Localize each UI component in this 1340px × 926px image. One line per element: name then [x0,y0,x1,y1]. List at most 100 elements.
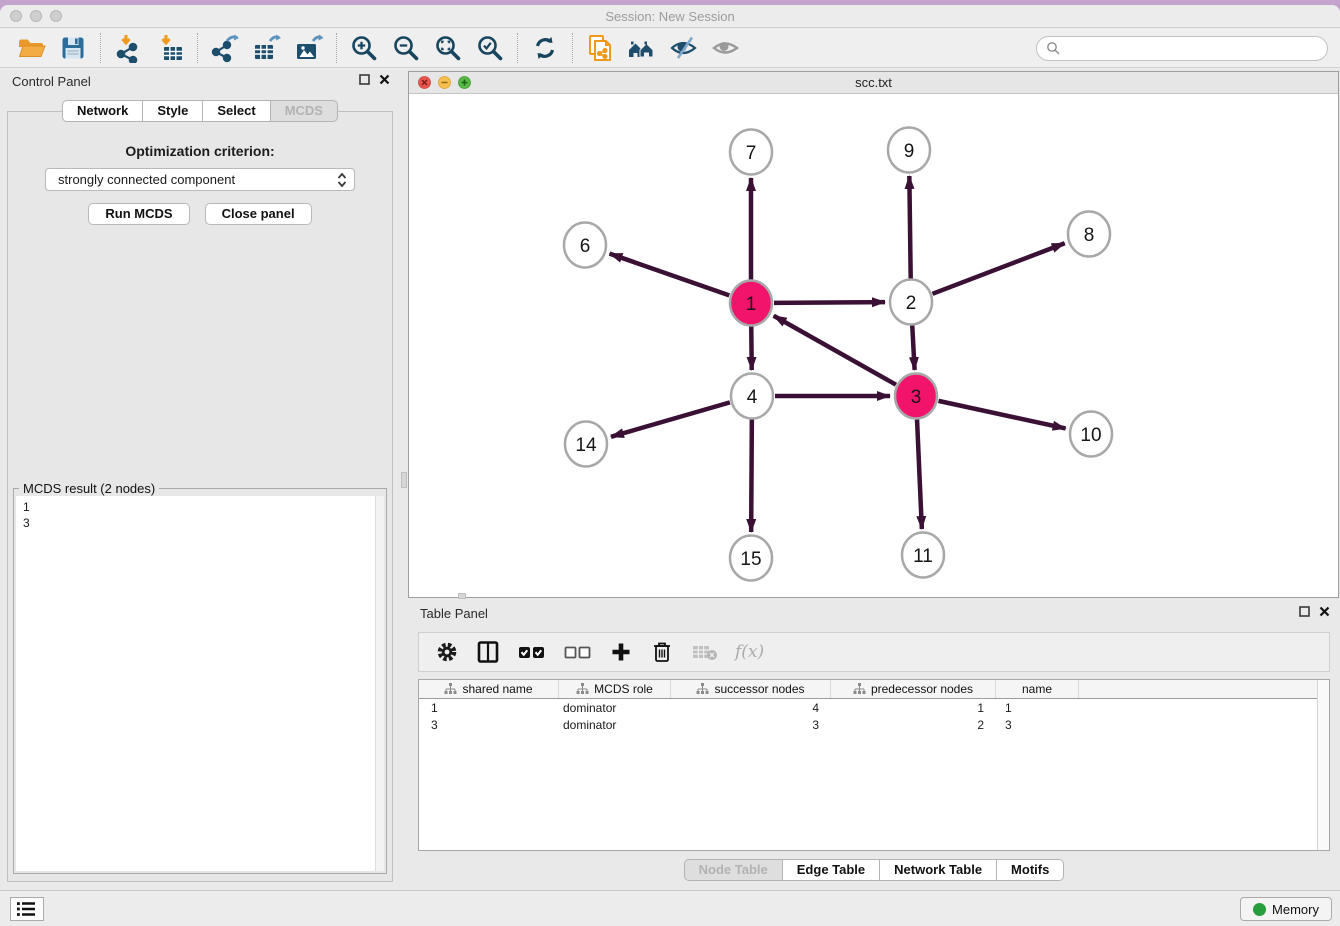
control-panel: Control Panel Network Style Select MCDS [0,69,400,890]
tab-style[interactable]: Style [143,100,203,122]
zoom-out-button[interactable] [385,32,427,64]
save-session-button[interactable] [52,32,94,64]
refresh-layout-button[interactable] [524,32,566,64]
table-header-row: shared name MCDS role [419,680,1329,699]
table-cell[interactable]: 4 [671,701,831,715]
node-table-body: 1dominator4113dominator323 [419,699,1329,733]
table-cell[interactable]: 1 [831,701,996,715]
tab-node-table[interactable]: Node Table [684,859,783,881]
graph-edge-1-2[interactable] [774,302,885,303]
graph-node-label: 9 [904,141,915,162]
network-window-titlebar[interactable]: scc.txt [409,72,1338,94]
save-floppy-icon [58,33,88,63]
graph-edge-3-1[interactable] [774,316,896,385]
column-type-icon [696,683,709,695]
show-all-button[interactable] [705,32,747,64]
tab-mcds[interactable]: MCDS [271,100,338,122]
deselect-all-icon[interactable] [563,640,593,664]
optimization-criterion-select[interactable]: strongly connected component [45,168,355,191]
float-table-panel-icon[interactable] [1299,606,1310,617]
export-network-button[interactable] [204,32,246,64]
graph-edge-1-6[interactable] [610,254,730,296]
graph-node-label: 15 [740,549,761,570]
select-all-icon[interactable] [517,640,547,664]
column-header-successor-nodes[interactable]: successor nodes [671,680,831,698]
column-header-shared-name[interactable]: shared name [419,680,559,698]
app-window: Session: New Session [0,5,1340,926]
search-input[interactable] [1061,42,1311,56]
table-cell[interactable]: dominator [559,718,671,732]
close-table-panel-icon[interactable] [1319,606,1330,617]
mcds-result-textarea[interactable]: 1 3 [16,496,384,871]
float-panel-icon[interactable] [359,74,370,85]
graph-edge-4-14[interactable] [611,402,730,436]
network-graph-canvas[interactable]: 7968124314101511 [409,94,1338,597]
export-image-button[interactable] [288,32,330,64]
column-type-icon [444,683,457,695]
splitter-grip[interactable] [401,472,407,488]
tab-motifs[interactable]: Motifs [997,859,1064,881]
graph-edge-2-9[interactable] [909,176,910,279]
show-columns-icon[interactable] [475,639,501,665]
vertical-splitter[interactable] [400,69,408,890]
memory-button[interactable]: Memory [1240,897,1332,921]
first-neighbors-button[interactable] [621,32,663,64]
tab-edge-table[interactable]: Edge Table [783,859,880,881]
network-window-title: scc.txt [409,75,1338,90]
clone-network-button[interactable] [579,32,621,64]
network-view-window: scc.txt 7968124314101511 [408,71,1339,598]
graph-node-label: 2 [906,293,917,314]
hide-selected-button[interactable] [663,32,705,64]
task-history-button[interactable] [10,897,44,921]
table-cell[interactable]: 3 [419,718,559,732]
close-panel-icon[interactable] [379,74,390,85]
graph-edge-4-15[interactable] [751,419,752,532]
table-row[interactable]: 3dominator323 [419,716,1329,733]
graph-edge-3-11[interactable] [917,419,922,529]
graph-node-label: 6 [580,236,591,257]
toolbar-separator [336,33,337,63]
zoom-fit-button[interactable] [427,32,469,64]
delete-column-trash-icon[interactable] [649,639,675,665]
zoom-in-button[interactable] [343,32,385,64]
table-cell[interactable]: 2 [831,718,996,732]
tab-select[interactable]: Select [203,100,270,122]
graph-edge-2-3[interactable] [912,325,914,370]
column-header-predecessor-nodes[interactable]: predecessor nodes [831,680,996,698]
table-cell[interactable]: 3 [671,718,831,732]
optimization-criterion-label: Optimization criterion: [8,143,392,159]
graph-edge-2-8[interactable] [932,243,1064,294]
run-mcds-button[interactable]: Run MCDS [88,203,189,225]
toolbar-separator [100,33,101,63]
table-cell[interactable]: dominator [559,701,671,715]
table-toolbar: f(x) [418,632,1330,672]
search-field[interactable] [1036,36,1328,61]
function-builder-fx-icon: f(x) [735,642,764,662]
graph-edge-3-10[interactable] [938,401,1065,429]
column-header-mcds-role[interactable]: MCDS role [559,680,671,698]
table-settings-gear-icon[interactable] [435,640,459,664]
tab-network[interactable]: Network [62,100,143,122]
import-network-button[interactable] [107,32,149,64]
table-cell[interactable]: 1 [996,701,1079,715]
export-table-icon [252,33,282,63]
export-table-button[interactable] [246,32,288,64]
header-filler [1079,680,1329,698]
dropdown-stepper-icon [337,172,347,194]
add-column-plus-icon[interactable] [609,640,633,664]
table-scrollbar[interactable] [1317,680,1329,850]
table-cell[interactable]: 1 [419,701,559,715]
result-scrollbar[interactable] [375,496,384,871]
close-panel-button[interactable]: Close panel [205,203,312,225]
open-file-button[interactable] [10,32,52,64]
zoom-selected-button[interactable] [469,32,511,64]
horizontal-splitter-grip[interactable] [458,593,466,599]
table-row[interactable]: 1dominator411 [419,699,1329,716]
column-header-name[interactable]: name [996,680,1079,698]
import-table-button[interactable] [149,32,191,64]
tab-network-table[interactable]: Network Table [880,859,997,881]
refresh-icon [530,33,560,63]
task-list-icon [16,900,38,918]
main-toolbar [0,29,1340,68]
table-cell[interactable]: 3 [996,718,1079,732]
